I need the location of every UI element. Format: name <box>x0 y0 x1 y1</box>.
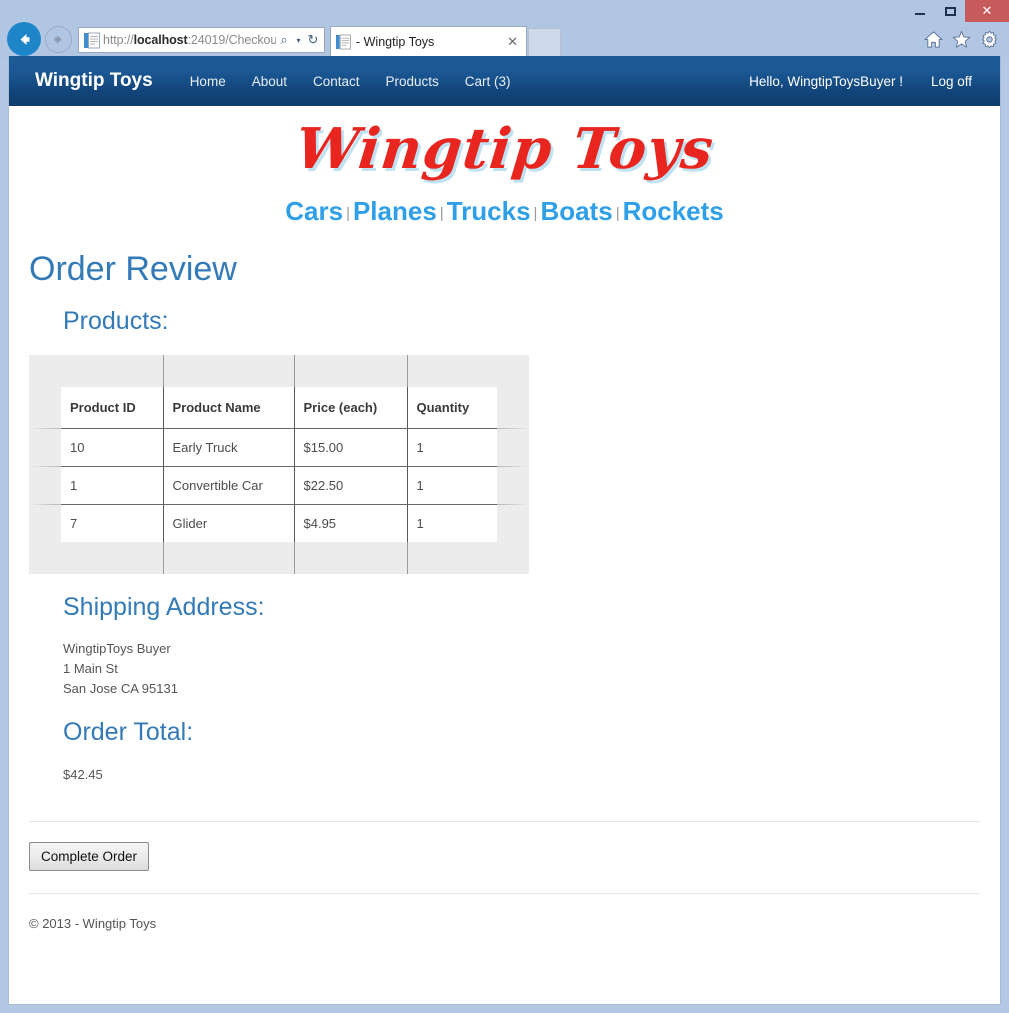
chevron-down-icon[interactable]: ▾ <box>292 36 305 45</box>
back-arrow-icon <box>20 33 29 45</box>
column-header-product-id: Product ID <box>61 386 164 429</box>
category-link-rockets[interactable]: Rockets <box>623 196 724 226</box>
site-footer: © 2013 - Wingtip Toys <box>29 915 157 931</box>
shipping-address-heading: Shipping Address: <box>63 592 265 621</box>
category-link-planes[interactable]: Planes <box>353 196 437 226</box>
tab-close-icon[interactable]: ✕ <box>504 34 521 50</box>
nav-item-contact[interactable]: Contact <box>300 74 373 89</box>
title-bar: ✕ http://localhost:24019/Checkou ⌕ ▾ ↻ -… <box>0 0 1009 58</box>
page-content: Wingtip Toys Cars | Planes | Trucks | Boats | Ro… <box>9 106 1000 931</box>
nav-item-cart[interactable]: Cart (3) <box>452 74 524 89</box>
browser-forward-button[interactable] <box>45 26 72 53</box>
table-row: 7 Glider $4.95 1 <box>61 504 497 542</box>
products-table-body: 10 Early Truck $15.00 1 1 Convertible Car $22.… <box>61 428 497 542</box>
column-header-quantity: Quantity <box>407 386 497 429</box>
favorites-star-icon[interactable] <box>952 30 971 49</box>
address-bar-url: http://localhost:24019/Checkou <box>103 33 276 47</box>
table-row: 1 Convertible Car $22.50 1 <box>61 466 497 505</box>
divider-above-button <box>29 820 980 822</box>
browser-tab[interactable]: - Wingtip Toys ✕ <box>330 26 527 56</box>
order-total-heading: Order Total: <box>63 718 194 747</box>
browser-window: ✕ http://localhost:24019/Checkou ⌕ ▾ ↻ -… <box>0 0 1009 1013</box>
cell-product-id: 1 <box>61 466 164 505</box>
address-bar[interactable]: http://localhost:24019/Checkou ⌕ ▾ ↻ <box>78 27 325 53</box>
search-icon[interactable]: ⌕ <box>276 32 292 48</box>
cell-price: $15.00 <box>294 428 408 467</box>
category-link-cars[interactable]: Cars <box>285 196 343 226</box>
home-icon[interactable] <box>924 30 943 49</box>
log-off-link[interactable]: Log off <box>931 74 978 89</box>
browser-toolbar-icons <box>924 30 999 49</box>
shipping-address-line-1: WingtipToys Buyer <box>63 641 171 657</box>
user-greeting-link[interactable]: Hello, WingtipToysBuyer ! <box>749 74 931 89</box>
site-navbar: Wingtip Toys Home About Contact Products… <box>9 56 1000 106</box>
site-logo-wrap: Wingtip Toys <box>21 106 988 184</box>
navbar-brand[interactable]: Wingtip Toys <box>35 70 153 92</box>
settings-gear-icon[interactable] <box>980 30 999 49</box>
category-link-boats[interactable]: Boats <box>540 196 612 226</box>
grid-column-divider <box>163 354 164 574</box>
site-logo[interactable]: Wingtip Toys <box>292 114 717 184</box>
category-separator: | <box>615 205 620 222</box>
shipping-address-line-3: San Jose CA 95131 <box>63 681 178 697</box>
page-icon <box>84 32 100 48</box>
nav-item-products[interactable]: Products <box>373 74 452 89</box>
shipping-address-line-2: 1 Main St <box>63 661 118 677</box>
minimize-icon <box>915 13 925 15</box>
cell-product-name: Glider <box>163 504 295 542</box>
maximize-icon <box>944 6 956 16</box>
shipping-address-block: WingtipToys Buyer 1 Main St San Jose CA … <box>63 639 988 699</box>
cell-quantity: 1 <box>407 428 497 467</box>
new-tab-button[interactable] <box>528 28 561 56</box>
footer-divider <box>29 892 980 894</box>
browser-back-button[interactable] <box>7 22 41 56</box>
tab-title: - Wingtip Toys <box>356 34 435 49</box>
table-header-row: Product ID Product Name Price (each) Qua… <box>61 386 497 429</box>
window-minimize-button[interactable] <box>905 0 935 22</box>
category-separator: | <box>439 205 444 222</box>
category-separator: | <box>346 205 350 222</box>
cell-quantity: 1 <box>407 504 497 542</box>
close-icon: ✕ <box>981 3 993 18</box>
nav-item-about[interactable]: About <box>239 74 300 89</box>
grid-gutter-rule <box>29 466 529 468</box>
cell-product-name: Convertible Car <box>163 466 295 505</box>
refresh-icon[interactable]: ↻ <box>305 32 321 48</box>
products-grid-container: Product ID Product Name Price (each) Qua… <box>29 354 529 574</box>
table-row: 10 Early Truck $15.00 1 <box>61 428 497 467</box>
window-close-button[interactable]: ✕ <box>965 0 1009 22</box>
category-link-trucks[interactable]: Trucks <box>447 196 531 226</box>
nav-item-home[interactable]: Home <box>177 74 239 89</box>
forward-arrow-icon <box>54 35 62 44</box>
products-table: Product ID Product Name Price (each) Qua… <box>61 386 497 542</box>
grid-column-divider <box>407 354 408 574</box>
category-links: Cars | Planes | Trucks | Boats | Rockets <box>21 196 988 227</box>
cell-quantity: 1 <box>407 466 497 505</box>
order-total-value: $42.45 <box>63 766 103 782</box>
window-maximize-button[interactable] <box>935 0 965 22</box>
page-viewport: Wingtip Toys Home About Contact Products… <box>8 56 1001 1005</box>
complete-order-button[interactable]: Complete Order <box>29 841 150 871</box>
column-header-price: Price (each) <box>294 386 408 429</box>
grid-column-divider <box>294 354 295 574</box>
grid-gutter-rule <box>29 428 529 430</box>
products-heading: Products: <box>63 307 169 336</box>
tab-page-icon <box>336 34 351 49</box>
grid-gutter-rule <box>29 504 529 506</box>
cell-price: $22.50 <box>294 466 408 505</box>
category-separator: | <box>533 205 538 222</box>
column-header-product-name: Product Name <box>163 386 295 429</box>
cell-product-name: Early Truck <box>163 428 295 467</box>
navbar-user-area: Hello, WingtipToysBuyer ! Log off <box>749 74 978 89</box>
cell-product-id: 10 <box>61 428 164 467</box>
cell-price: $4.95 <box>294 504 408 542</box>
page-title: Order Review <box>29 250 237 288</box>
cell-product-id: 7 <box>61 504 164 542</box>
